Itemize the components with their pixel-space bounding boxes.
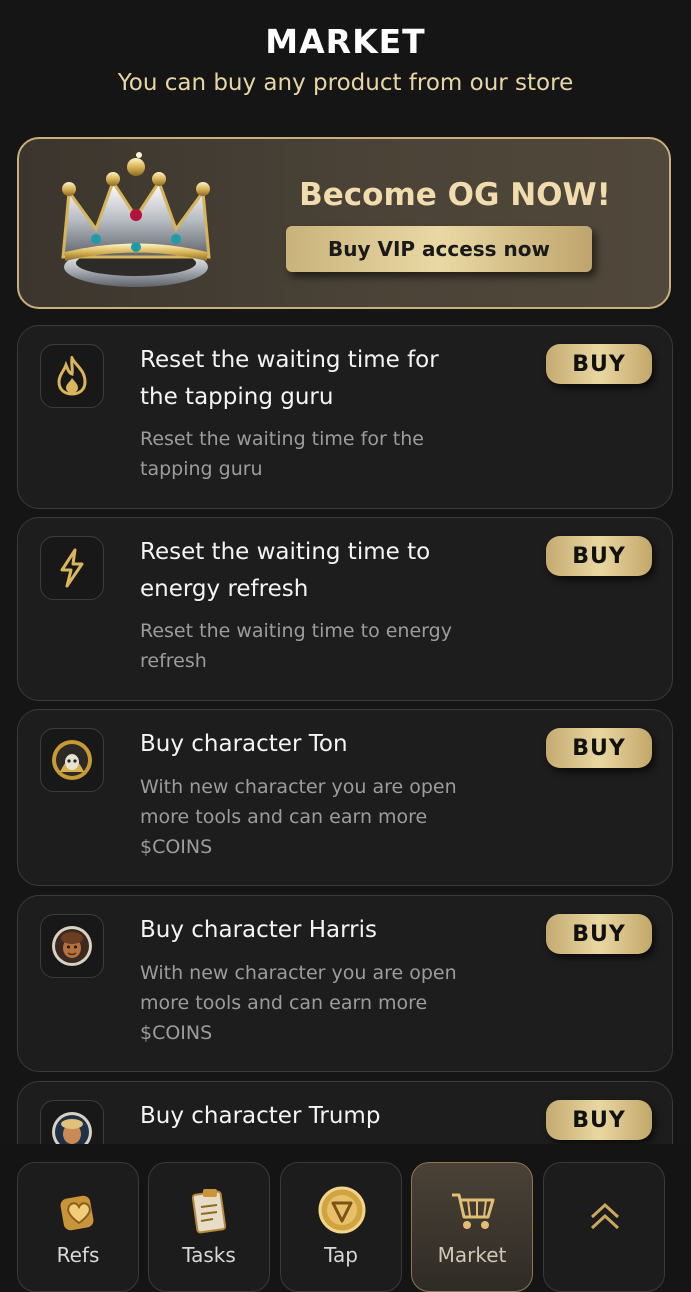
buy-vip-button[interactable]: Buy VIP access now xyxy=(286,226,592,272)
nav-item-tasks[interactable]: Tasks xyxy=(148,1162,270,1292)
chevron-double-up-icon xyxy=(590,1202,620,1230)
product-icon-box xyxy=(40,344,104,408)
product-description: With new character you are open more too… xyxy=(140,776,457,858)
buy-button[interactable]: BUY xyxy=(546,1100,652,1140)
nav-label: Market xyxy=(437,1243,507,1267)
coin-icon xyxy=(318,1186,366,1234)
bottom-nav: Refs Tasks Tap Market xyxy=(0,1144,691,1292)
lightning-icon xyxy=(60,548,84,588)
product-title: Buy character Ton xyxy=(140,731,348,757)
vip-title: Become OG NOW! xyxy=(299,177,611,213)
nav-item-refs[interactable]: Refs xyxy=(17,1162,139,1292)
page-subtitle: You can buy any product from our store xyxy=(117,70,574,96)
page-title: MARKET xyxy=(265,22,426,61)
product-icon-box xyxy=(40,728,104,792)
product-card-character-harris: Buy character Harris With new character … xyxy=(17,895,673,1072)
nav-label: Tasks xyxy=(182,1243,236,1267)
flame-icon xyxy=(57,356,87,396)
product-card-reset-energy: Reset the waiting time to energy refresh… xyxy=(17,517,673,701)
character-ton-avatar xyxy=(52,740,92,780)
product-title: Reset the waiting time to energy refresh xyxy=(140,539,431,602)
crown-icon xyxy=(61,152,211,287)
product-card-reset-tapping-guru: Reset the waiting time for the tapping g… xyxy=(17,325,673,509)
vip-banner[interactable]: Become OG NOW! Buy VIP access now xyxy=(17,137,671,309)
product-icon-box xyxy=(40,914,104,978)
product-icon-box xyxy=(40,536,104,600)
product-description: Reset the waiting time for the tapping g… xyxy=(140,428,424,480)
product-description: With new character you are open more too… xyxy=(140,962,457,1044)
nav-item-tap[interactable]: Tap xyxy=(280,1162,402,1292)
buy-button[interactable]: BUY xyxy=(546,914,652,954)
buy-button[interactable]: BUY xyxy=(546,728,652,768)
nav-label: Refs xyxy=(56,1243,100,1267)
buy-button[interactable]: BUY xyxy=(546,536,652,576)
product-title: Reset the waiting time for the tapping g… xyxy=(140,347,439,410)
character-harris-avatar xyxy=(52,926,92,966)
product-card-character-ton: Buy character Ton With new character you… xyxy=(17,709,673,886)
nav-label: Tap xyxy=(324,1243,358,1267)
product-description: Reset the waiting time to energy refresh xyxy=(140,620,452,672)
buy-button[interactable]: BUY xyxy=(546,344,652,384)
clipboard-icon xyxy=(191,1189,227,1234)
nav-item-market[interactable]: Market xyxy=(411,1162,533,1292)
product-title: Buy character Harris xyxy=(140,917,377,943)
shopping-cart-icon xyxy=(452,1193,495,1229)
heart-badge-icon xyxy=(60,1195,94,1231)
nav-item-more[interactable] xyxy=(543,1162,665,1292)
product-title: Buy character Trump xyxy=(140,1103,381,1129)
